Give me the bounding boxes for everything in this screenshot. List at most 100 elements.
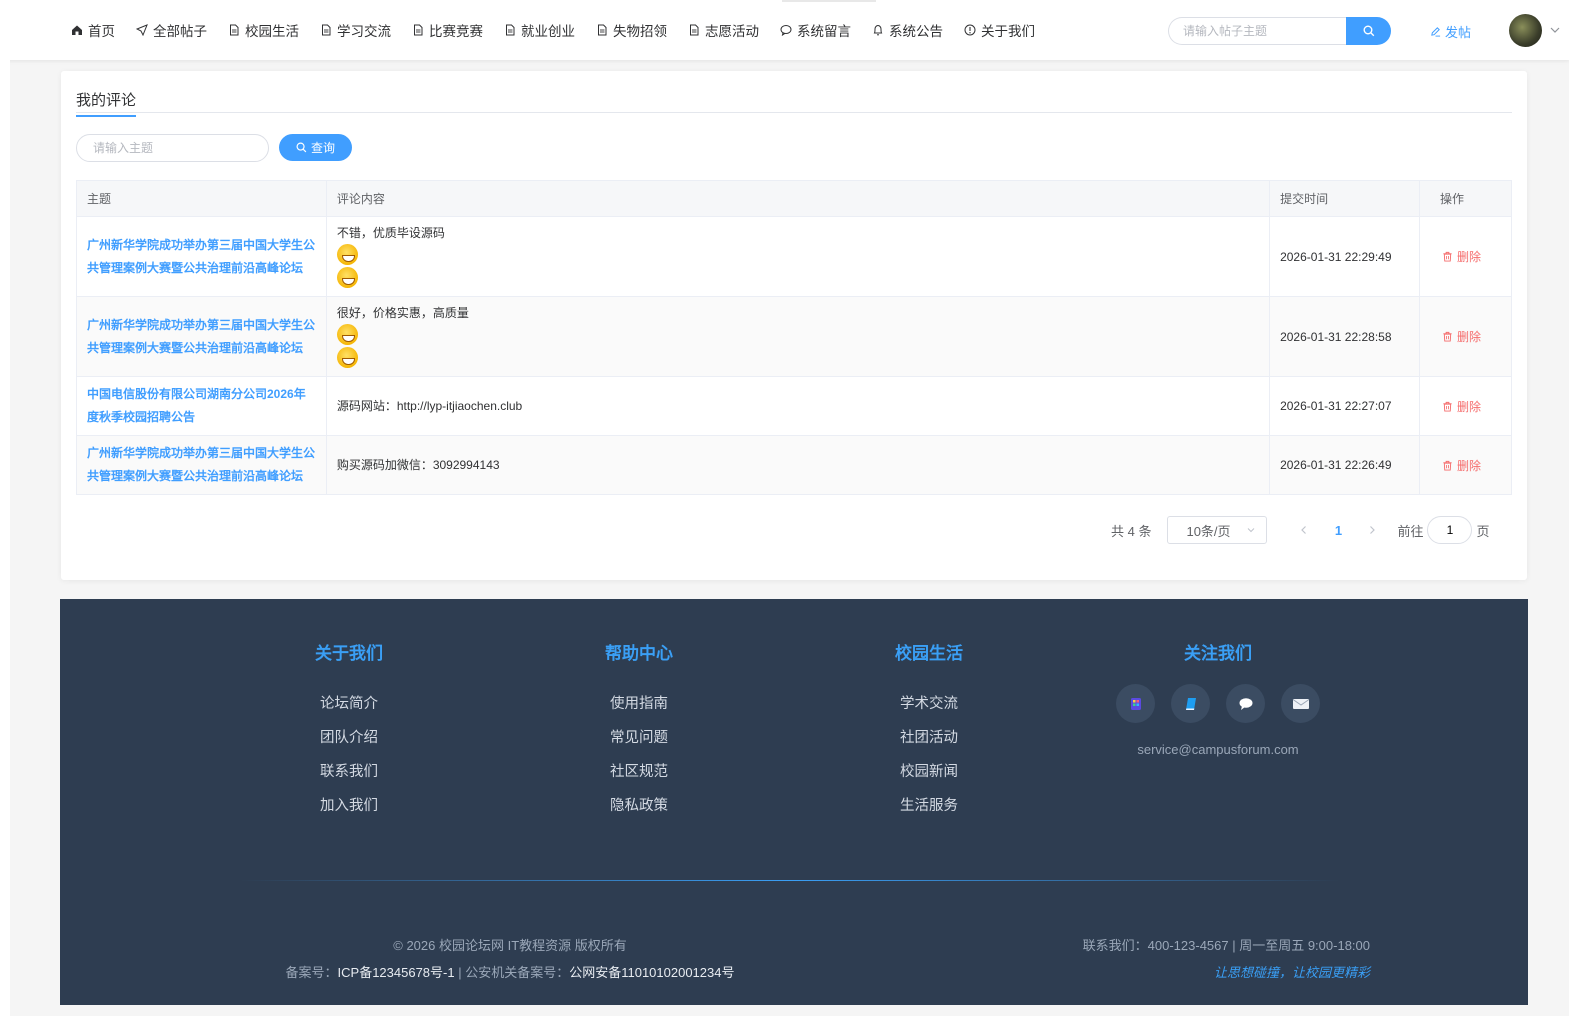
content-cell: 不错，优质毕设源码 — [325, 216, 1271, 297]
post-search-button[interactable] — [1346, 17, 1391, 45]
time-cell: 2026-01-31 22:27:07 — [1269, 376, 1420, 436]
registration-line: 备案号：ICP备12345678号-1 | 公安机关备案号：公网安备110101… — [220, 959, 800, 986]
footer-col-title: 校园生活 — [895, 644, 963, 663]
query-button[interactable]: 查询 — [279, 134, 352, 161]
prev-page-button[interactable] — [1289, 523, 1319, 538]
page-number[interactable]: 1 — [1323, 523, 1353, 538]
nav-item[interactable]: 首页 — [70, 0, 115, 60]
action-cell: 删除 — [1419, 435, 1512, 495]
nav-item[interactable]: 志愿活动 — [687, 0, 759, 60]
top-navbar: 首页 全部帖子 校园生活 学习交流 比赛竞赛 就业创业 失物招领 志愿活动 系统留言 系统公告 关于… — [0, 0, 1569, 60]
trash-icon — [1442, 460, 1457, 471]
book-icon[interactable] — [1171, 684, 1210, 723]
page-size-select[interactable]: 10条/页 — [1167, 516, 1268, 544]
footer-link[interactable]: 学术交流 — [839, 692, 1019, 726]
content-cell: 源码网站：http://lyp-itjiaochen.club — [325, 376, 1271, 436]
footer-col-follow: 关注我们 service@campusforum.com — [1098, 639, 1338, 757]
footer-link[interactable]: 论坛简介 — [259, 692, 439, 726]
mail-icon[interactable] — [1281, 684, 1320, 723]
nav-item[interactable]: 关于我们 — [963, 0, 1035, 60]
footer-link[interactable]: 团队介绍 — [259, 726, 439, 760]
chat-icon — [779, 23, 793, 37]
comment-text: 源码网站：http://lyp-itjiaochen.club — [336, 399, 523, 413]
chevron-down-icon[interactable] — [1549, 24, 1561, 36]
action-cell: 删除 — [1419, 376, 1512, 436]
search-icon — [296, 142, 307, 153]
chevron-left-icon — [1301, 525, 1307, 534]
chat-bubble-icon[interactable] — [1226, 684, 1265, 723]
document-icon — [319, 23, 333, 37]
nav-item-label: 系统留言 — [797, 24, 851, 39]
grin-emoji-icon — [336, 244, 358, 265]
nav-item[interactable]: 失物招领 — [595, 0, 667, 60]
social-icons — [1098, 684, 1338, 723]
delete-button[interactable]: 删除 — [1442, 457, 1501, 474]
trash-icon — [1442, 251, 1457, 262]
main-nav: 首页 全部帖子 校园生活 学习交流 比赛竞赛 就业创业 失物招领 志愿活动 系统留言 系统公告 关于… — [70, 0, 1055, 60]
icp-number[interactable]: ICP备12345678号-1 — [338, 965, 455, 980]
post-search-input[interactable] — [1168, 17, 1346, 45]
nav-item-label: 就业创业 — [521, 24, 575, 39]
footer-link[interactable]: 社团活动 — [839, 726, 1019, 760]
footer-col-campus: 校园生活 学术交流 社团活动 校园新闻 生活服务 — [839, 639, 1019, 828]
icp-label: 备案号： — [285, 965, 338, 980]
nav-item-label: 学习交流 — [337, 24, 391, 39]
document-icon — [595, 23, 609, 37]
topic-link[interactable]: 广州新华学院成功举办第三届中国大学生公共管理案例大赛暨公共治理前沿高峰论坛 — [87, 442, 316, 488]
goto-page-input[interactable] — [1427, 516, 1473, 544]
footer-link[interactable]: 使用指南 — [549, 692, 729, 726]
chevron-right-icon — [1370, 525, 1376, 534]
topic-cell: 广州新华学院成功举办第三届中国大学生公共管理案例大赛暨公共治理前沿高峰论坛 — [76, 216, 327, 297]
topic-cell: 中国电信股份有限公司湖南分公司2026年度秋季校园招聘公告 — [76, 376, 327, 436]
footer-col-about: 关于我们 论坛简介 团队介绍 联系我们 加入我们 — [259, 639, 439, 828]
user-avatar[interactable] — [1509, 14, 1542, 47]
nav-item[interactable]: 系统公告 — [871, 0, 943, 60]
table-row: 中国电信股份有限公司湖南分公司2026年度秋季校园招聘公告 源码网站：http:/… — [76, 376, 1512, 436]
action-cell: 删除 — [1419, 216, 1512, 297]
footer-link[interactable]: 校园新闻 — [839, 760, 1019, 794]
home-icon — [70, 23, 84, 37]
nav-item[interactable]: 全部帖子 — [135, 0, 207, 60]
footer-link[interactable]: 生活服务 — [839, 794, 1019, 828]
time-cell: 2026-01-31 22:28:58 — [1269, 296, 1420, 377]
new-post-link[interactable]: 发帖 — [1430, 22, 1471, 41]
new-post-label: 发帖 — [1445, 25, 1472, 40]
grin-emoji-icon — [336, 324, 358, 345]
query-button-label: 查询 — [310, 141, 335, 155]
comment-text: 购买源码加微信：3092994143 — [336, 458, 500, 472]
nav-item[interactable]: 比赛竞赛 — [411, 0, 483, 60]
footer-link[interactable]: 常见问题 — [549, 726, 729, 760]
nav-item-label: 首页 — [88, 24, 115, 39]
topic-cell: 广州新华学院成功举办第三届中国大学生公共管理案例大赛暨公共治理前沿高峰论坛 — [76, 296, 327, 377]
site-footer: 关于我们 论坛简介 团队介绍 联系我们 加入我们 帮助中心 使用指南 常见问题 … — [60, 599, 1528, 1005]
footer-link[interactable]: 联系我们 — [259, 760, 439, 794]
footer-link[interactable]: 隐私政策 — [549, 794, 729, 828]
topic-link[interactable]: 中国电信股份有限公司湖南分公司2026年度秋季校园招聘公告 — [87, 383, 316, 429]
pagination-total: 共 4 条 — [1111, 523, 1152, 539]
nav-item[interactable]: 校园生活 — [227, 0, 299, 60]
police-number[interactable]: 公网安备11010102001234号 — [569, 965, 734, 980]
nav-item-label: 校园生活 — [245, 24, 299, 39]
topic-query-input[interactable] — [76, 134, 269, 162]
comment-text: 很好，价格实惠，高质量 — [336, 306, 469, 320]
delete-label: 删除 — [1457, 250, 1482, 264]
topic-link[interactable]: 广州新华学院成功举办第三届中国大学生公共管理案例大赛暨公共治理前沿高峰论坛 — [87, 314, 316, 360]
nav-item[interactable]: 就业创业 — [503, 0, 575, 60]
topic-link[interactable]: 广州新华学院成功举办第三届中国大学生公共管理案例大赛暨公共治理前沿高峰论坛 — [87, 234, 316, 280]
app-grid-icon[interactable] — [1116, 684, 1155, 723]
footer-slogan: 让思想碰撞，让校园更精彩 — [1213, 965, 1370, 980]
nav-item[interactable]: 系统留言 — [779, 0, 851, 60]
footer-link[interactable]: 社区规范 — [549, 760, 729, 794]
grin-emoji-icon — [336, 347, 358, 368]
goto-label: 前往 — [1397, 523, 1424, 539]
footer-link[interactable]: 加入我们 — [259, 794, 439, 828]
next-page-button[interactable] — [1357, 523, 1387, 538]
delete-button[interactable]: 删除 — [1442, 398, 1501, 415]
delete-button[interactable]: 删除 — [1442, 328, 1501, 345]
delete-button[interactable]: 删除 — [1442, 248, 1501, 265]
footer-col-title: 帮助中心 — [605, 644, 673, 663]
contact-phone: 联系我们：400-123-4567 | 周一至周五 9:00-18:00 — [1082, 938, 1370, 953]
nav-item[interactable]: 学习交流 — [319, 0, 391, 60]
content-cell: 购买源码加微信：3092994143 — [325, 435, 1271, 495]
footer-col-help: 帮助中心 使用指南 常见问题 社区规范 隐私政策 — [549, 639, 729, 828]
